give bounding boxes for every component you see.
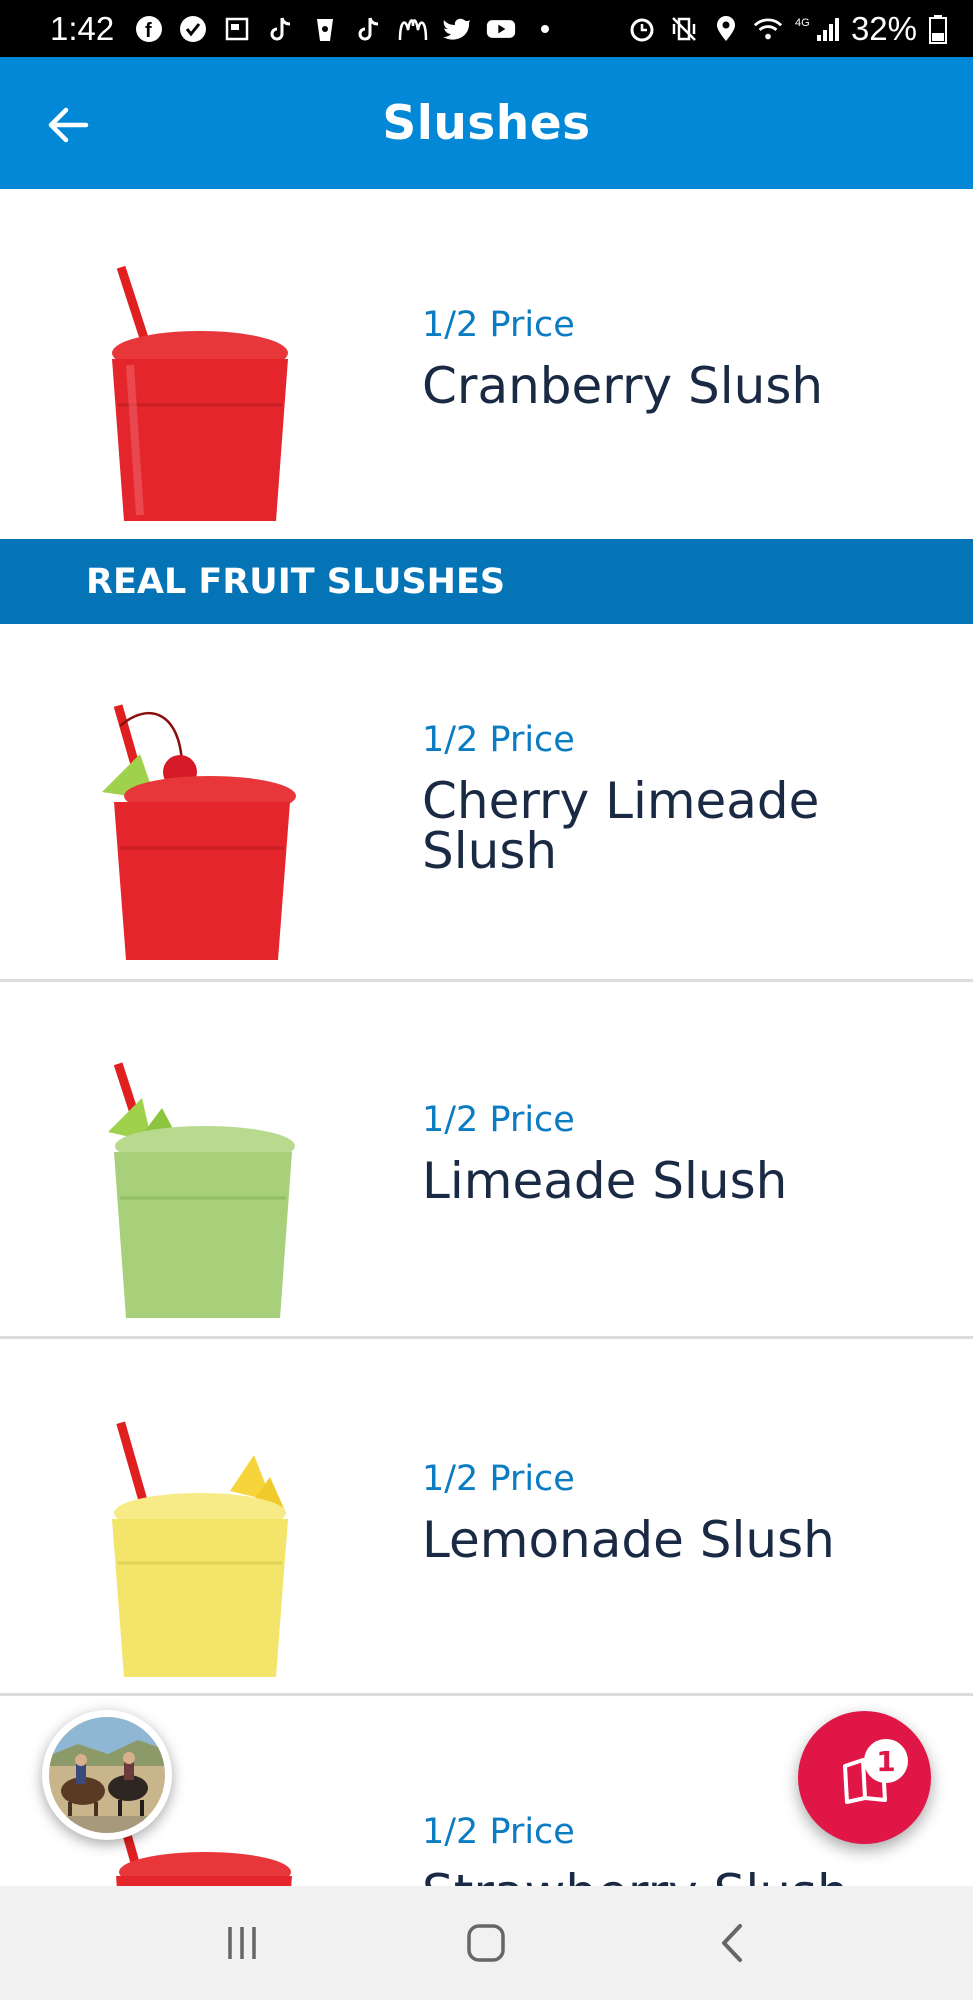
item-name: Cranberry Slush — [422, 357, 824, 415]
menu-item-limeade-slush[interactable]: 1/2 Price Limeade Slush — [0, 982, 973, 1336]
alarm-icon — [627, 14, 657, 44]
notification-icons: f — [134, 14, 627, 44]
avatar-photo — [49, 1717, 165, 1833]
price-label: 1/2 Price — [422, 1100, 575, 1140]
item-name: Strawberry Slush — [422, 1868, 933, 1886]
mcdonalds-icon — [398, 14, 428, 44]
limeade-slush-image — [108, 1062, 295, 1318]
signal-icon: 4G — [795, 14, 839, 44]
status-time: 1:42 — [50, 9, 115, 47]
network-label: 4G — [795, 17, 810, 29]
back-nav-button[interactable] — [691, 1903, 771, 1983]
cup-icon — [310, 14, 340, 44]
cart-button[interactable]: 1 — [798, 1711, 931, 1844]
battery-percent: 32% — [850, 9, 917, 47]
app-bar: Slushes — [0, 57, 973, 189]
back-chevron-icon — [721, 1924, 742, 1962]
news-icon — [222, 14, 252, 44]
system-icons: 4G 32% — [627, 10, 947, 48]
back-button[interactable] — [38, 95, 98, 155]
price-label: 1/2 Price — [422, 305, 575, 345]
system-nav-bar — [0, 1886, 973, 2000]
lemonade-slush-image — [112, 1421, 288, 1677]
check-icon — [178, 14, 208, 44]
menu-item-cherry-limeade-slush[interactable]: 1/2 Price Cherry Limeade Slush — [0, 624, 973, 979]
menu-item-text: 1/2 Price Lemonade Slush — [422, 1459, 933, 1565]
wifi-icon — [753, 14, 783, 44]
tiktok-icon — [266, 14, 296, 44]
price-label: 1/2 Price — [422, 720, 575, 760]
menu-item-text: 1/2 Price Cranberry Slush — [422, 305, 933, 411]
status-bar: 1:42 f 4G 32% — [0, 0, 973, 57]
vibrate-icon — [669, 14, 699, 44]
cart-count-badge: 1 — [864, 1739, 908, 1783]
item-name: Limeade Slush — [422, 1152, 788, 1210]
twitter-icon — [442, 14, 472, 44]
profile-avatar[interactable] — [42, 1710, 172, 1840]
section-header: REAL FRUIT SLUSHES — [0, 539, 973, 624]
section-title: REAL FRUIT SLUSHES — [86, 561, 506, 602]
price-label: 1/2 Price — [422, 1459, 575, 1499]
menu-item-cranberry-slush[interactable]: 1/2 Price Cranberry Slush — [0, 189, 973, 539]
cherry-limeade-slush-image — [102, 704, 296, 960]
home-button[interactable] — [446, 1903, 526, 1983]
back-arrow-icon — [48, 107, 89, 143]
recent-apps-button[interactable] — [202, 1903, 282, 1983]
svg-text:f: f — [145, 20, 152, 42]
tiktok-icon — [354, 14, 384, 44]
youtube-icon — [486, 14, 516, 44]
battery-icon — [929, 14, 947, 44]
cranberry-slush-image — [112, 265, 288, 521]
dot-icon — [530, 14, 560, 44]
home-icon — [467, 1924, 506, 1962]
item-name: Cherry Limeade Slush — [422, 772, 820, 880]
recent-apps-icon — [228, 1927, 256, 1959]
facebook-icon: f — [134, 14, 164, 44]
location-icon — [711, 14, 741, 44]
menu-item-text: 1/2 Price Limeade Slush — [422, 1100, 933, 1206]
item-name: Lemonade Slush — [422, 1511, 835, 1569]
menu-item-text: 1/2 Price Cherry Limeade Slush — [422, 720, 933, 876]
menu-item-lemonade-slush[interactable]: 1/2 Price Lemonade Slush — [0, 1339, 973, 1693]
page-title: Slushes — [382, 95, 591, 151]
